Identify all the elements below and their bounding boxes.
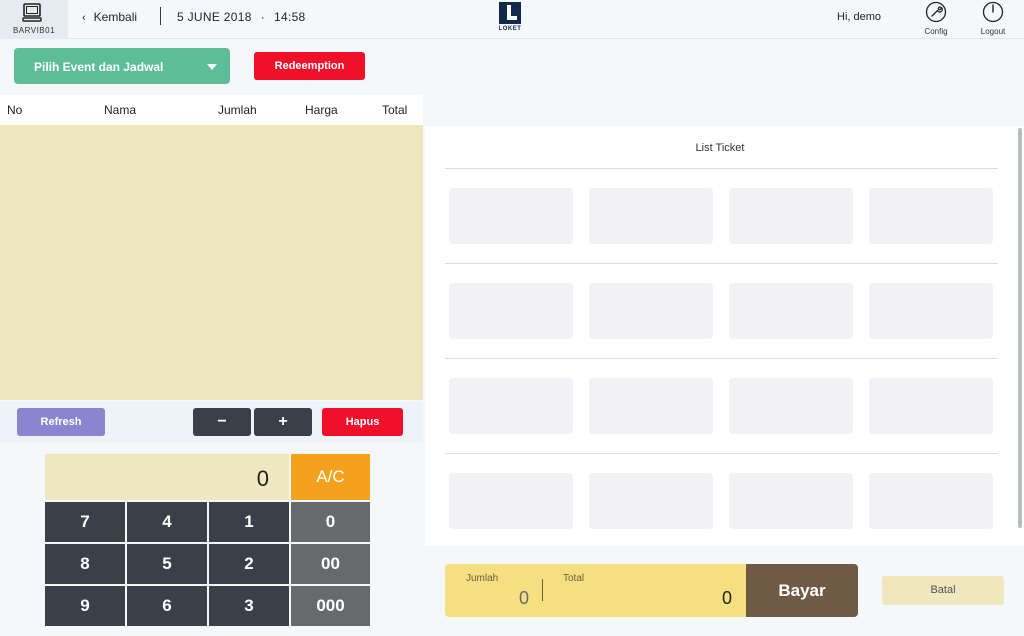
ticket-card[interactable] — [869, 283, 993, 339]
key-00[interactable]: 00 — [291, 544, 370, 584]
ticket-card[interactable] — [729, 378, 853, 434]
total-label: Total — [563, 573, 585, 584]
chevron-left-icon: ‹ — [82, 12, 86, 24]
device-indicator: BARVIB01 — [0, 0, 68, 39]
key-000[interactable]: 000 — [291, 586, 370, 626]
ticket-list: List Ticket — [425, 126, 1015, 546]
ticket-card[interactable] — [729, 188, 853, 244]
col-total: Total — [382, 103, 408, 117]
logo-mark-icon — [499, 2, 521, 24]
ticket-panel: List Ticket Jumlah 0 Total 0 Bayar Batal — [425, 40, 1024, 636]
date-text: 5 JUNE 2018 — [177, 10, 252, 24]
divider — [445, 358, 998, 359]
logout-button[interactable]: Logout — [971, 0, 1015, 39]
order-panel: Pilih Event dan Jadwal Redeemption No Na… — [0, 40, 423, 636]
col-no: No — [7, 103, 23, 117]
key-7[interactable]: 7 — [45, 502, 125, 542]
ticket-card[interactable] — [869, 473, 993, 529]
computer-icon — [22, 3, 42, 22]
ticket-card[interactable] — [869, 378, 993, 434]
date-time: 5 JUNE 2018 · 14:58 — [177, 10, 306, 24]
event-select-label: Pilih Event dan Jadwal — [34, 60, 164, 74]
config-label: Config — [924, 27, 948, 36]
col-nama: Nama — [104, 103, 137, 117]
clear-button[interactable]: A/C — [291, 454, 370, 500]
jumlah-label: Jumlah — [466, 573, 499, 584]
decrease-button[interactable]: − — [193, 408, 251, 436]
power-icon — [982, 1, 1004, 23]
order-controls: Refresh − + Hapus — [0, 401, 423, 443]
ticket-card[interactable] — [589, 378, 713, 434]
top-bar: BARVIB01 ‹ Kembali 5 JUNE 2018 · 14:58 LOKE… — [0, 0, 1024, 39]
increase-button[interactable]: + — [254, 408, 312, 436]
device-label: BARVIB01 — [12, 26, 56, 35]
time-text: 14:58 — [273, 10, 306, 24]
order-table-body — [0, 125, 423, 400]
key-5[interactable]: 5 — [127, 544, 207, 584]
list-ticket-title: List Ticket — [695, 142, 745, 154]
divider — [445, 453, 998, 454]
ticket-card[interactable] — [729, 473, 853, 529]
batal-button[interactable]: Batal — [882, 576, 1004, 605]
ticket-card[interactable] — [869, 188, 993, 244]
refresh-button[interactable]: Refresh — [17, 408, 105, 436]
key-6[interactable]: 6 — [127, 586, 207, 626]
wrench-icon — [925, 1, 947, 23]
logout-label: Logout — [980, 27, 1006, 36]
jumlah-value: 0 — [519, 588, 530, 608]
divider — [160, 7, 161, 25]
ticket-card[interactable] — [449, 473, 573, 529]
hapus-button[interactable]: Hapus — [322, 408, 403, 436]
divider — [445, 168, 998, 169]
key-3[interactable]: 3 — [209, 586, 289, 626]
payment-bar: Jumlah 0 Total 0 Bayar — [445, 564, 858, 617]
key-4[interactable]: 4 — [127, 502, 207, 542]
col-harga: Harga — [305, 103, 338, 117]
ticket-card[interactable] — [589, 283, 713, 339]
ticket-card[interactable] — [589, 473, 713, 529]
config-button[interactable]: Config — [914, 0, 958, 39]
key-8[interactable]: 8 — [45, 544, 125, 584]
ticket-card[interactable] — [589, 188, 713, 244]
user-greeting: Hi, demo — [837, 11, 882, 23]
ticket-card[interactable] — [449, 188, 573, 244]
key-2[interactable]: 2 — [209, 544, 289, 584]
back-label: Kembali — [93, 10, 138, 24]
ticket-card[interactable] — [449, 283, 573, 339]
col-jumlah: Jumlah — [218, 103, 257, 117]
ticket-card[interactable] — [729, 283, 853, 339]
bayar-button[interactable]: Bayar — [746, 564, 858, 617]
back-link[interactable]: ‹ Kembali — [82, 10, 137, 24]
logo-text: LOKET — [498, 26, 522, 32]
order-table-header: No Nama Jumlah Harga Total — [0, 95, 423, 125]
ticket-card[interactable] — [449, 378, 573, 434]
key-1[interactable]: 1 — [209, 502, 289, 542]
keypad-display: 0 — [45, 454, 289, 500]
divider — [445, 263, 998, 264]
separator-dot: · — [260, 10, 265, 24]
key-0[interactable]: 0 — [291, 502, 370, 542]
key-9[interactable]: 9 — [45, 586, 125, 626]
loket-logo: LOKET — [497, 2, 523, 36]
total-value: 0 — [722, 588, 733, 608]
redemption-button[interactable]: Redeemption — [254, 52, 365, 80]
event-schedule-select[interactable]: Pilih Event dan Jadwal — [14, 48, 230, 84]
numeric-keypad: 0 A/C 7 4 1 0 8 5 2 00 9 6 3 000 — [0, 444, 423, 636]
caret-down-icon — [207, 64, 217, 70]
divider — [542, 579, 543, 601]
scrollbar-thumb[interactable] — [1018, 128, 1022, 528]
